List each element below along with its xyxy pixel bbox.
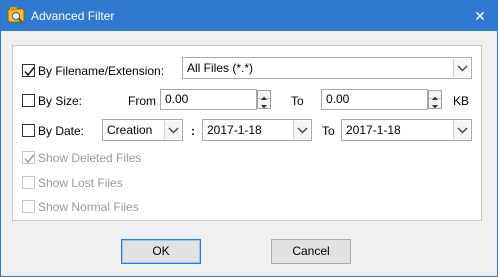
checkmark-icon	[24, 67, 35, 77]
spin-up-icon[interactable]	[258, 91, 270, 100]
size-from-stepper[interactable]	[257, 90, 271, 109]
size-checkbox[interactable]	[22, 94, 35, 107]
date-checkbox[interactable]	[22, 124, 35, 137]
show-lost-checkbox[interactable]	[22, 176, 35, 189]
show-normal-label: Show Normal Files	[38, 200, 139, 214]
size-unit-label: KB	[453, 94, 470, 108]
size-from-value: 0.00	[165, 92, 189, 106]
filename-extension-select[interactable]: All Files (*.*)	[182, 57, 472, 79]
chevron-down-icon[interactable]	[453, 121, 470, 139]
size-from-input[interactable]: 0.00	[160, 89, 257, 110]
app-icon	[7, 6, 25, 24]
chevron-down-icon[interactable]	[164, 121, 181, 139]
size-from-label: From	[128, 94, 156, 108]
spin-down-icon[interactable]	[429, 100, 441, 109]
date-type-value: Creation	[107, 123, 153, 137]
size-label: By Size:	[38, 94, 83, 108]
spin-up-icon[interactable]	[429, 91, 441, 100]
filter-panel: By Filename/Extension: All Files (*.*) B…	[12, 45, 482, 221]
window-title: Advanced Filter	[31, 9, 115, 23]
filename-checkbox[interactable]	[22, 64, 35, 77]
show-lost-label: Show Lost Files	[38, 176, 123, 190]
filename-label: By Filename/Extension:	[38, 64, 165, 78]
chevron-down-icon[interactable]	[293, 121, 310, 139]
spin-down-icon[interactable]	[258, 100, 270, 109]
cancel-button[interactable]: Cancel	[271, 239, 351, 264]
size-to-value: 0.00	[326, 92, 350, 106]
date-type-select[interactable]: Creation	[102, 119, 183, 141]
size-to-label: To	[291, 94, 304, 108]
close-icon: ✕	[474, 7, 486, 24]
show-deleted-label: Show Deleted Files	[38, 151, 142, 165]
start-date-value: 2017-1-18	[207, 123, 262, 137]
show-deleted-checkbox[interactable]	[22, 151, 35, 164]
size-to-input[interactable]: 0.00	[321, 89, 428, 110]
date-to-label: To	[322, 124, 335, 138]
filename-selected-value: All Files (*.*)	[187, 61, 254, 75]
date-label: By Date:	[38, 124, 85, 138]
show-normal-checkbox[interactable]	[22, 200, 35, 213]
end-date-picker[interactable]: 2017-1-18	[341, 119, 472, 141]
date-colon: :	[191, 124, 195, 138]
start-date-picker[interactable]: 2017-1-18	[202, 119, 312, 141]
ok-button[interactable]: OK	[121, 239, 201, 264]
checkmark-icon	[24, 154, 35, 164]
end-date-value: 2017-1-18	[346, 123, 401, 137]
size-to-stepper[interactable]	[428, 90, 442, 109]
chevron-down-icon[interactable]	[453, 59, 470, 77]
close-button[interactable]: ✕	[463, 1, 497, 31]
title-bar[interactable]: Advanced Filter ✕	[1, 1, 497, 31]
advanced-filter-dialog: Advanced Filter ✕ By Filename/Extension:…	[0, 0, 498, 277]
